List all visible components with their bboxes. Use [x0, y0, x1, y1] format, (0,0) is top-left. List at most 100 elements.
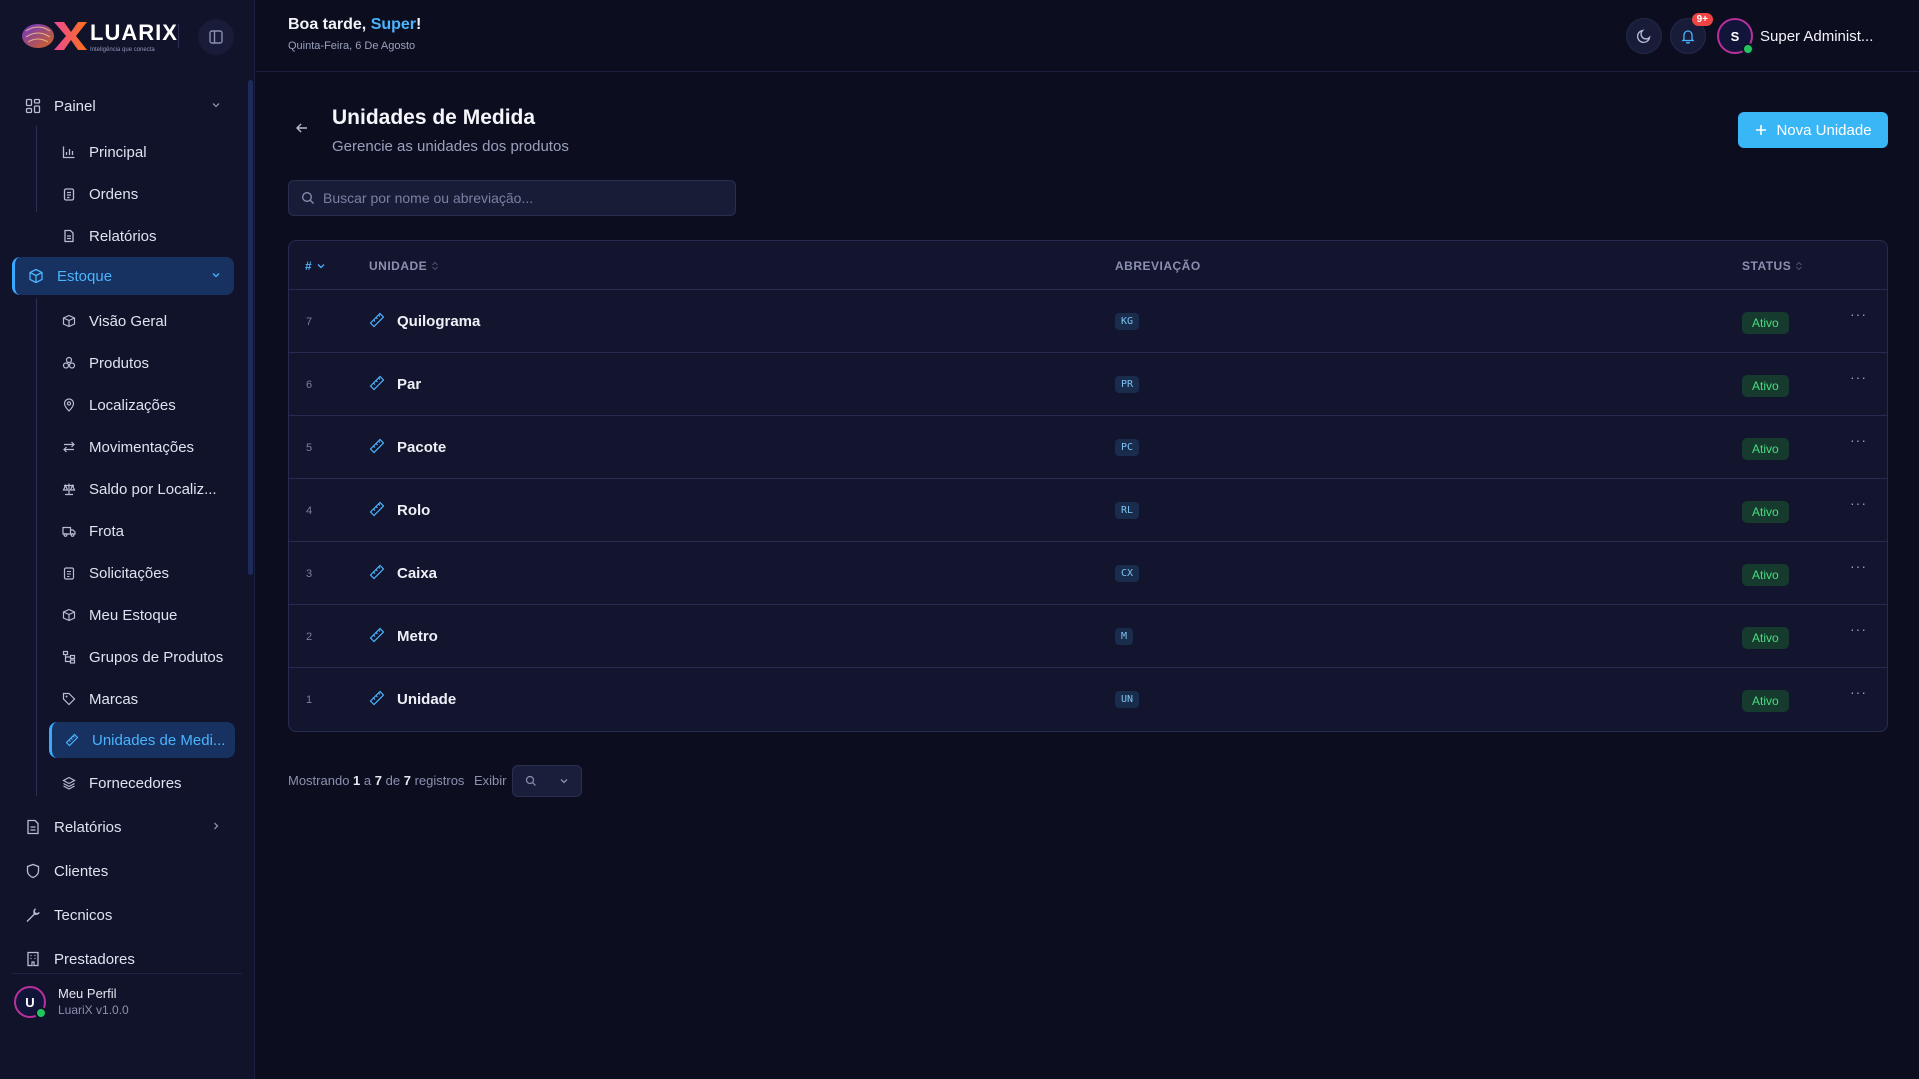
back-arrow-icon[interactable] [294, 120, 310, 136]
cell-id: 3 [306, 568, 313, 580]
sidebar-item-meu-estoque[interactable]: Meu Estoque [49, 597, 235, 633]
collapse-sidebar-button[interactable] [198, 19, 234, 55]
sidebar-item-saldo-por-localizacao[interactable]: Saldo por Localiz... [49, 471, 235, 507]
notifications-button[interactable]: 9+ [1670, 13, 1713, 54]
search-input[interactable] [323, 190, 723, 206]
cell-abbreviation: RL [1115, 502, 1140, 519]
cell-abbreviation: PR [1115, 376, 1140, 393]
sidebar-item-label: Ordens [89, 185, 139, 203]
clipboard-icon [61, 186, 77, 202]
sort-icon [1796, 261, 1803, 271]
nav-section-label: Clientes [54, 862, 109, 880]
sidebar-item-localizacoes[interactable]: Localizações [49, 387, 235, 423]
ruler-icon [64, 732, 80, 748]
user-name[interactable]: Super Administ... [1760, 28, 1873, 45]
table-row[interactable]: 1 Unidade UN Ativo ··· [289, 668, 1887, 731]
nav-section-tecnicos[interactable]: Tecnicos [12, 896, 234, 934]
bell-icon [1681, 30, 1695, 44]
cell-abbreviation: M [1115, 628, 1134, 645]
sidebar-item-label: Relatórios [89, 227, 157, 245]
ruler-icon [369, 564, 385, 580]
units-table: # UNIDADE ABREVIAÇÃO STATUS 7 Quilograma… [288, 240, 1888, 732]
app-version: LuariX v1.0.0 [58, 1003, 129, 1017]
cell-unit-name: Quilograma [397, 313, 481, 330]
box-icon [61, 607, 77, 623]
cell-abbreviation: KG [1115, 313, 1140, 330]
table-row[interactable]: 4 Rolo RL Ativo ··· [289, 479, 1887, 542]
range-to: 7 [374, 773, 382, 788]
per-page-select[interactable] [512, 765, 582, 797]
table-row[interactable]: 2 Metro M Ativo ··· [289, 605, 1887, 668]
more-actions-icon[interactable]: ··· [1850, 495, 1867, 511]
table-row[interactable]: 6 Par PR Ativo ··· [289, 353, 1887, 416]
column-header-label: # [305, 259, 313, 273]
sidebar-item-ordens[interactable]: Ordens [49, 176, 235, 212]
sidebar-item-label: Saldo por Localiz... [89, 480, 217, 498]
table-row[interactable]: 5 Pacote PC Ativo ··· [289, 416, 1887, 479]
more-actions-icon[interactable]: ··· [1850, 621, 1867, 637]
sidebar-item-label: Produtos [89, 354, 150, 372]
sidebar-item-fornecedores[interactable]: Fornecedores [49, 765, 235, 801]
ruler-icon [369, 375, 385, 391]
more-actions-icon[interactable]: ··· [1850, 432, 1867, 448]
clipboard-icon [61, 565, 77, 581]
sidebar-item-frota[interactable]: Frota [49, 513, 235, 549]
more-actions-icon[interactable]: ··· [1850, 369, 1867, 385]
new-unit-button[interactable]: Nova Unidade [1738, 112, 1888, 148]
plus-icon [1756, 125, 1767, 135]
document-icon [24, 818, 42, 836]
sidebar-item-grupos-de-produtos[interactable]: Grupos de Produtos [49, 639, 235, 675]
chevron-down-icon [212, 273, 220, 278]
scale-icon [61, 481, 77, 497]
column-header-id[interactable]: # [305, 259, 326, 273]
cell-abbreviation: PC [1115, 439, 1140, 456]
more-actions-icon[interactable]: ··· [1850, 306, 1867, 322]
avatar-initial: S [1730, 28, 1740, 44]
theme-toggle-button[interactable] [1626, 18, 1662, 54]
nav-section-label: Estoque [57, 267, 113, 285]
user-avatar[interactable]: S [1717, 18, 1754, 55]
sidebar-item-marcas[interactable]: Marcas [49, 681, 235, 717]
building-icon [24, 950, 42, 968]
sidebar-item-produtos[interactable]: Produtos [49, 345, 235, 381]
avatar: S [1717, 18, 1754, 55]
table-row[interactable]: 7 Quilograma KG Ativo ··· [289, 290, 1887, 353]
nav-section-relatorios[interactable]: Relatórios [12, 808, 234, 846]
online-status-dot [1742, 43, 1754, 55]
column-header-status[interactable]: STATUS [1742, 259, 1803, 273]
brand-logo[interactable]: LUARIX Inteligência que conecta [20, 18, 178, 54]
sidebar-item-visao-geral[interactable]: Visão Geral [49, 303, 235, 339]
avatar: U [14, 986, 47, 1019]
cell-unit-name: Caixa [397, 565, 438, 582]
more-actions-icon[interactable]: ··· [1850, 684, 1867, 700]
greeting-prefix: Boa tarde, [288, 16, 371, 33]
bar-chart-icon [61, 144, 77, 160]
sidebar-item-label: Unidades de Medi... [92, 731, 226, 749]
column-header-unidade[interactable]: UNIDADE [369, 259, 439, 273]
sidebar-item-solicitacoes[interactable]: Solicitações [49, 555, 235, 591]
profile-menu[interactable]: U Meu Perfil LuariX v1.0.0 [14, 986, 129, 1019]
status-badge: Ativo [1742, 690, 1789, 712]
nav-section-clientes[interactable]: Clientes [12, 852, 234, 890]
search-box [288, 180, 736, 216]
nav-section-painel[interactable]: Painel [12, 87, 234, 125]
cell-unit-name: Unidade [397, 691, 457, 708]
new-unit-label: Nova Unidade [1776, 121, 1872, 139]
nav-section-estoque[interactable]: Estoque [12, 257, 234, 295]
cell-abbreviation: UN [1115, 691, 1140, 708]
sidebar-item-relatorios-painel[interactable]: Relatórios [49, 218, 235, 254]
table-row[interactable]: 3 Caixa CX Ativo ··· [289, 542, 1887, 605]
sidebar-item-principal[interactable]: Principal [49, 134, 235, 170]
more-actions-icon[interactable]: ··· [1850, 558, 1867, 574]
sidebar-item-unidades-de-medida[interactable]: Unidades de Medi... [49, 722, 235, 758]
cell-unit-name: Metro [397, 628, 438, 645]
greeting-name: Super [370, 16, 417, 33]
map-pin-icon [61, 397, 77, 413]
sidebar-item-movimentacoes[interactable]: Movimentações [49, 429, 235, 465]
sidebar-scrollbar[interactable] [248, 80, 253, 575]
ruler-icon [369, 438, 385, 454]
cell-unit-name: Par [397, 376, 422, 393]
layers-icon [61, 775, 77, 791]
truck-icon [61, 523, 77, 539]
sort-desc-icon [317, 264, 325, 269]
